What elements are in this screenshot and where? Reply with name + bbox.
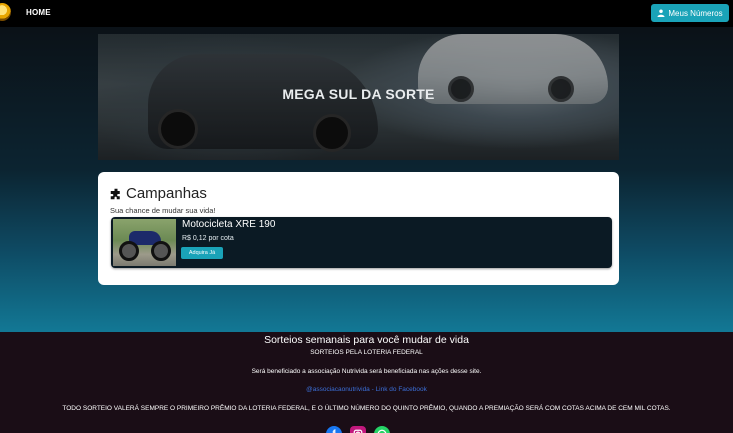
navbar: HOME Meus Números (0, 0, 733, 27)
hero-banner: MEGA SUL DA SORTE (98, 34, 619, 160)
campanhas-card: Campanhas Sua chance de mudar sua vida! … (98, 172, 619, 285)
facebook-link[interactable]: @associacaonutrivida - Link do Facebook (0, 386, 733, 393)
user-icon (657, 9, 665, 17)
puzzle-icon (110, 188, 120, 199)
campanhas-title: Campanhas (126, 185, 207, 202)
campanhas-header: Campanhas (110, 185, 207, 202)
footer-title: Sorteios semanais para você mudar de vid… (264, 334, 469, 346)
whatsapp-icon[interactable] (374, 426, 390, 433)
social-links: f (326, 426, 390, 433)
campaign-item[interactable]: Motocicleta XRE 190 R$ 0,12 por cota Adq… (111, 217, 612, 268)
footer-rule: TODO SORTEIO VALERÁ SEMPRE O PRIMEIRO PR… (62, 405, 671, 412)
footer-subtitle: SORTEIOS PELA LOTERIA FEDERAL (310, 349, 423, 356)
nav-home-link[interactable]: HOME (26, 8, 51, 17)
meus-numeros-label: Meus Números (668, 8, 723, 18)
hero-title: MEGA SUL DA SORTE (282, 86, 435, 102)
facebook-icon[interactable]: f (326, 426, 342, 433)
footer: Sorteios semanais para você mudar de vid… (0, 332, 733, 433)
campaign-thumbnail (113, 219, 176, 266)
meus-numeros-button[interactable]: Meus Números (651, 4, 729, 22)
campanhas-subtitle: Sua chance de mudar sua vida! (110, 206, 216, 215)
adquira-button[interactable]: Adquira Já (181, 247, 223, 259)
footer-beneficiary: Será beneficiado a associação Nutrivida … (251, 368, 482, 375)
logo[interactable] (0, 3, 11, 21)
instagram-icon[interactable] (350, 426, 366, 433)
campaign-name: Motocicleta XRE 190 (182, 219, 276, 230)
campaign-price: R$ 0,12 por cota (182, 235, 234, 242)
